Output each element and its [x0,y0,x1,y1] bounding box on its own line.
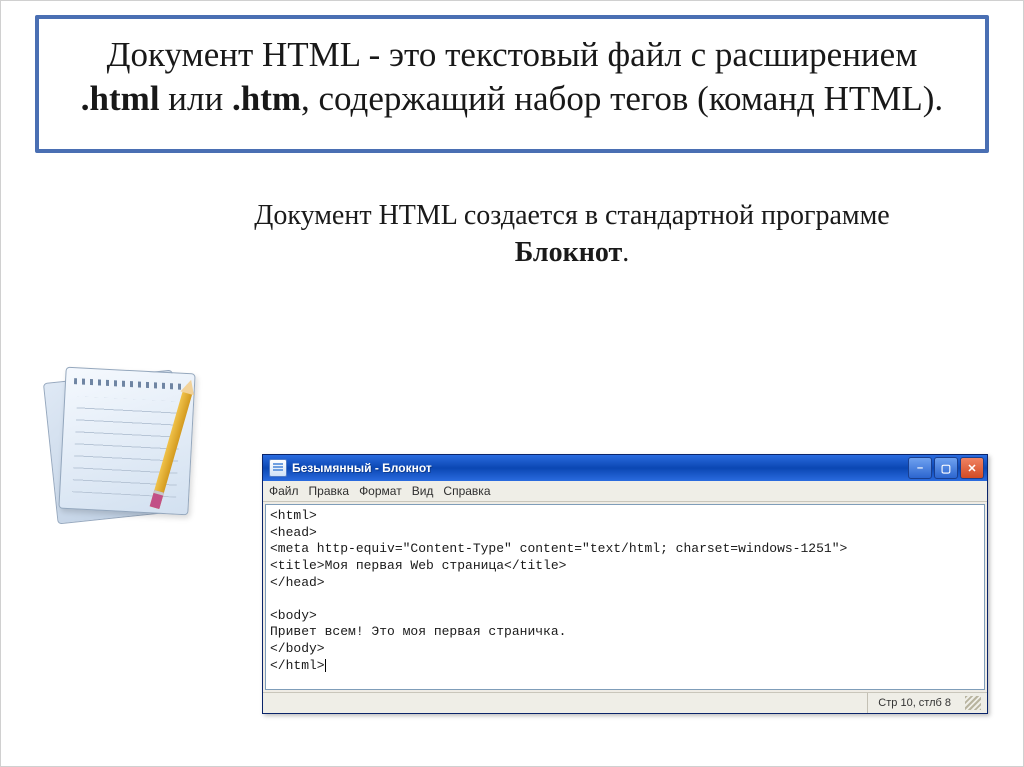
menu-file[interactable]: Файл [269,484,299,498]
status-bar: Стр 10, стлб 8 [263,692,987,713]
title-text-2: или [160,79,232,118]
subtitle-text-1: Документ HTML создается в стандартной пр… [254,200,889,231]
maximize-button[interactable]: ▢ [934,457,958,479]
slide: Документ HTML - это текстовый файл с рас… [0,0,1024,767]
minimize-button[interactable]: – [908,457,932,479]
title-bold-2: .htm [232,79,301,118]
subtitle-bold: Блокнот [515,237,623,268]
title-text-3: , содержащий набор тегов (команд HTML). [301,79,943,118]
subtitle: Документ HTML создается в стандартной пр… [35,197,989,273]
notepad-illustration-icon [32,346,202,536]
subtitle-text-2: . [622,237,629,268]
menu-view[interactable]: Вид [412,484,434,498]
title-bold-1: .html [81,79,160,118]
menu-format[interactable]: Формат [359,484,402,498]
close-button[interactable]: ✕ [960,457,984,479]
menu-help[interactable]: Справка [443,484,490,498]
menu-edit[interactable]: Правка [309,484,350,498]
window-title: Безымянный - Блокнот [292,461,908,475]
resize-grip-icon[interactable] [965,696,981,710]
status-cursor-pos: Стр 10, стлб 8 [867,693,961,713]
editor-textarea[interactable]: <html> <head> <meta http-equiv="Content-… [265,504,985,690]
window-titlebar[interactable]: Безымянный - Блокнот – ▢ ✕ [263,455,987,481]
menu-bar: Файл Правка Формат Вид Справка [263,481,987,502]
window-buttons: – ▢ ✕ [908,457,984,479]
notepad-window: Безымянный - Блокнот – ▢ ✕ Файл Правка Ф… [262,454,988,714]
title-text-1: Документ HTML - это текстовый файл с рас… [107,35,918,74]
title-box: Документ HTML - это текстовый файл с рас… [35,15,989,153]
notepad-app-icon [269,459,287,477]
